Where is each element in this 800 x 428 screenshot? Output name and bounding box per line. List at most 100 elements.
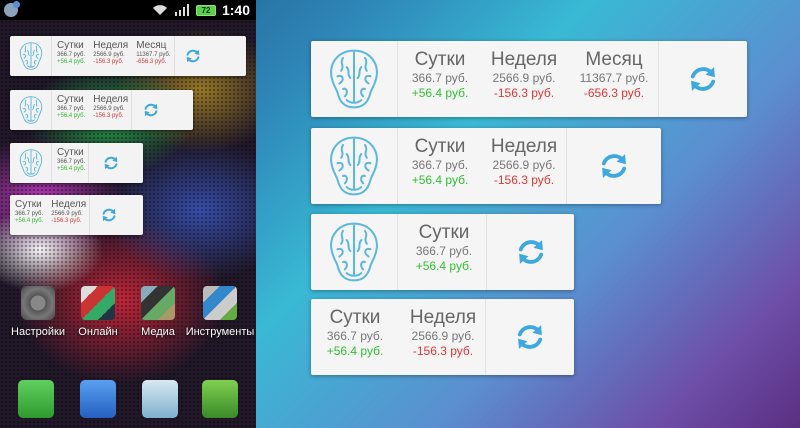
stat-title: Сутки bbox=[414, 136, 466, 157]
app-label: Онлайн bbox=[78, 326, 118, 338]
wifi-icon bbox=[152, 5, 167, 15]
stat-day: Сутки 366.7 руб. +56.4 руб. bbox=[398, 214, 486, 290]
refresh-icon bbox=[100, 206, 118, 224]
widget-small-day-week[interactable]: Сутки 366.7 руб. +56.4 руб. Неделя 2566.… bbox=[10, 90, 193, 130]
stat-value: 2566.9 руб. bbox=[93, 52, 125, 58]
brain-icon bbox=[18, 41, 44, 71]
refresh-icon bbox=[184, 47, 202, 65]
stat-title: Неделя bbox=[93, 40, 129, 51]
stat-value: 366.7 руб. bbox=[411, 71, 469, 85]
mail-icon[interactable] bbox=[142, 380, 178, 418]
brain-cell bbox=[10, 36, 52, 76]
stat-week: Неделя 2566.9 руб. -156.3 руб. bbox=[88, 90, 131, 130]
brain-cell bbox=[10, 90, 52, 130]
brain-icon bbox=[326, 220, 382, 284]
stat-title: Неделя bbox=[409, 307, 477, 328]
stat-delta: -156.3 руб. bbox=[93, 59, 124, 65]
folder-media-icon bbox=[141, 286, 175, 320]
stat-value: 366.7 руб. bbox=[326, 329, 384, 343]
brain-icon bbox=[326, 134, 382, 198]
refresh-icon bbox=[514, 235, 548, 269]
notification-icon[interactable] bbox=[4, 1, 20, 17]
stat-value: 2566.9 руб. bbox=[93, 106, 125, 112]
widget-large-day-week[interactable]: Сутки 366.7 руб. +56.4 руб. Неделя 2566.… bbox=[311, 128, 661, 204]
stat-delta: +56.4 руб. bbox=[411, 173, 469, 187]
refresh-button[interactable] bbox=[88, 143, 132, 183]
refresh-button[interactable] bbox=[485, 299, 574, 375]
stat-title: Месяц bbox=[585, 49, 643, 70]
refresh-button[interactable] bbox=[486, 214, 574, 290]
stat-title: Сутки bbox=[15, 199, 42, 210]
widget-small-text-only[interactable]: Сутки 366.7 руб. +56.4 руб. Неделя 2566.… bbox=[10, 195, 143, 235]
stat-title: Сутки bbox=[57, 147, 84, 158]
stat-title: Сутки bbox=[418, 222, 470, 243]
folder-tools[interactable]: Инструменты bbox=[184, 286, 256, 338]
app-label: Инструменты bbox=[185, 326, 255, 338]
stat-delta: +56.4 руб. bbox=[326, 344, 384, 358]
stat-delta: -656.3 руб. bbox=[136, 59, 167, 65]
stat-delta: -156.3 руб. bbox=[51, 218, 82, 224]
stat-week: Неделя 2566.9 руб. -156.3 руб. bbox=[46, 195, 89, 235]
stat-title: Сутки bbox=[414, 49, 466, 70]
brain-cell bbox=[311, 41, 398, 117]
refresh-button[interactable] bbox=[658, 41, 747, 117]
stat-delta: -156.3 руб. bbox=[493, 86, 555, 100]
brain-cell bbox=[10, 143, 52, 183]
stat-value: 366.7 руб. bbox=[415, 244, 473, 258]
refresh-icon bbox=[142, 101, 160, 119]
brain-icon bbox=[18, 95, 44, 125]
widget-large-day-week-month[interactable]: Сутки 366.7 руб. +56.4 руб. Неделя 2566.… bbox=[311, 41, 747, 117]
stat-day: Сутки 366.7 руб. +56.4 руб. bbox=[311, 299, 397, 375]
stat-delta: -656.3 руб. bbox=[583, 86, 645, 100]
stat-week: Неделя 2566.9 руб. -156.3 руб. bbox=[88, 36, 131, 76]
stat-delta: +56.4 руб. bbox=[57, 59, 86, 65]
stat-value: 366.7 руб. bbox=[411, 158, 469, 172]
widget-large-day[interactable]: Сутки 366.7 руб. +56.4 руб. bbox=[311, 214, 574, 290]
refresh-icon bbox=[102, 154, 120, 172]
widget-small-day-week-month[interactable]: Сутки 366.7 руб. +56.4 руб. Неделя 2566.… bbox=[10, 36, 246, 76]
stat-delta: +56.4 руб. bbox=[415, 259, 473, 273]
app-label: Настройки bbox=[11, 326, 65, 338]
refresh-icon bbox=[513, 320, 547, 354]
stat-title: Месяц bbox=[136, 40, 167, 51]
stat-week: Неделя 2566.9 руб. -156.3 руб. bbox=[478, 41, 566, 117]
stat-delta: -156.3 руб. bbox=[93, 113, 124, 119]
stat-title: Неделя bbox=[93, 94, 129, 105]
phone-icon[interactable] bbox=[18, 380, 54, 418]
stat-month: Месяц 11367.7 руб. -656.3 руб. bbox=[566, 41, 658, 117]
stat-delta: -156.3 руб. bbox=[412, 344, 474, 358]
stat-value: 366.7 руб. bbox=[57, 52, 86, 58]
contacts-icon[interactable] bbox=[80, 380, 116, 418]
status-clock: 1:40 bbox=[221, 2, 250, 18]
refresh-button[interactable] bbox=[89, 195, 127, 235]
stat-value: 2566.9 руб. bbox=[411, 329, 475, 343]
brain-icon bbox=[326, 47, 382, 111]
battery-icon: 72 bbox=[195, 4, 216, 16]
stat-delta: +56.4 руб. bbox=[57, 113, 86, 119]
stat-title: Сутки bbox=[57, 40, 84, 51]
widget-small-day[interactable]: Сутки 366.7 руб. +56.4 руб. bbox=[10, 143, 143, 183]
dock bbox=[0, 376, 256, 428]
signal-icon bbox=[174, 4, 189, 16]
stat-value: 366.7 руб. bbox=[57, 106, 86, 112]
refresh-icon bbox=[597, 149, 631, 183]
stat-day: Сутки 366.7 руб. +56.4 руб. bbox=[52, 90, 88, 130]
stat-day: Сутки 366.7 руб. +56.4 руб. bbox=[52, 36, 88, 76]
stat-value: 2566.9 руб. bbox=[492, 158, 556, 172]
refresh-button[interactable] bbox=[566, 128, 661, 204]
stat-day: Сутки 366.7 руб. +56.4 руб. bbox=[10, 195, 46, 235]
stat-day: Сутки 366.7 руб. +56.4 руб. bbox=[398, 128, 478, 204]
folder-online-icon bbox=[81, 286, 115, 320]
stat-week: Неделя 2566.9 руб. -156.3 руб. bbox=[397, 299, 485, 375]
refresh-button[interactable] bbox=[173, 36, 212, 76]
status-bar: 72 1:40 bbox=[0, 0, 256, 20]
refresh-button[interactable] bbox=[131, 90, 169, 130]
stat-title: Неделя bbox=[490, 49, 558, 70]
browser-icon[interactable] bbox=[202, 380, 238, 418]
widget-large-text-only[interactable]: Сутки 366.7 руб. +56.4 руб. Неделя 2566.… bbox=[311, 299, 574, 375]
stat-delta: +56.4 руб. bbox=[411, 86, 469, 100]
stat-delta: +56.4 руб. bbox=[57, 166, 86, 172]
stat-value: 2566.9 руб. bbox=[51, 211, 83, 217]
brain-icon bbox=[18, 148, 44, 178]
stat-value: 366.7 руб. bbox=[15, 211, 44, 217]
